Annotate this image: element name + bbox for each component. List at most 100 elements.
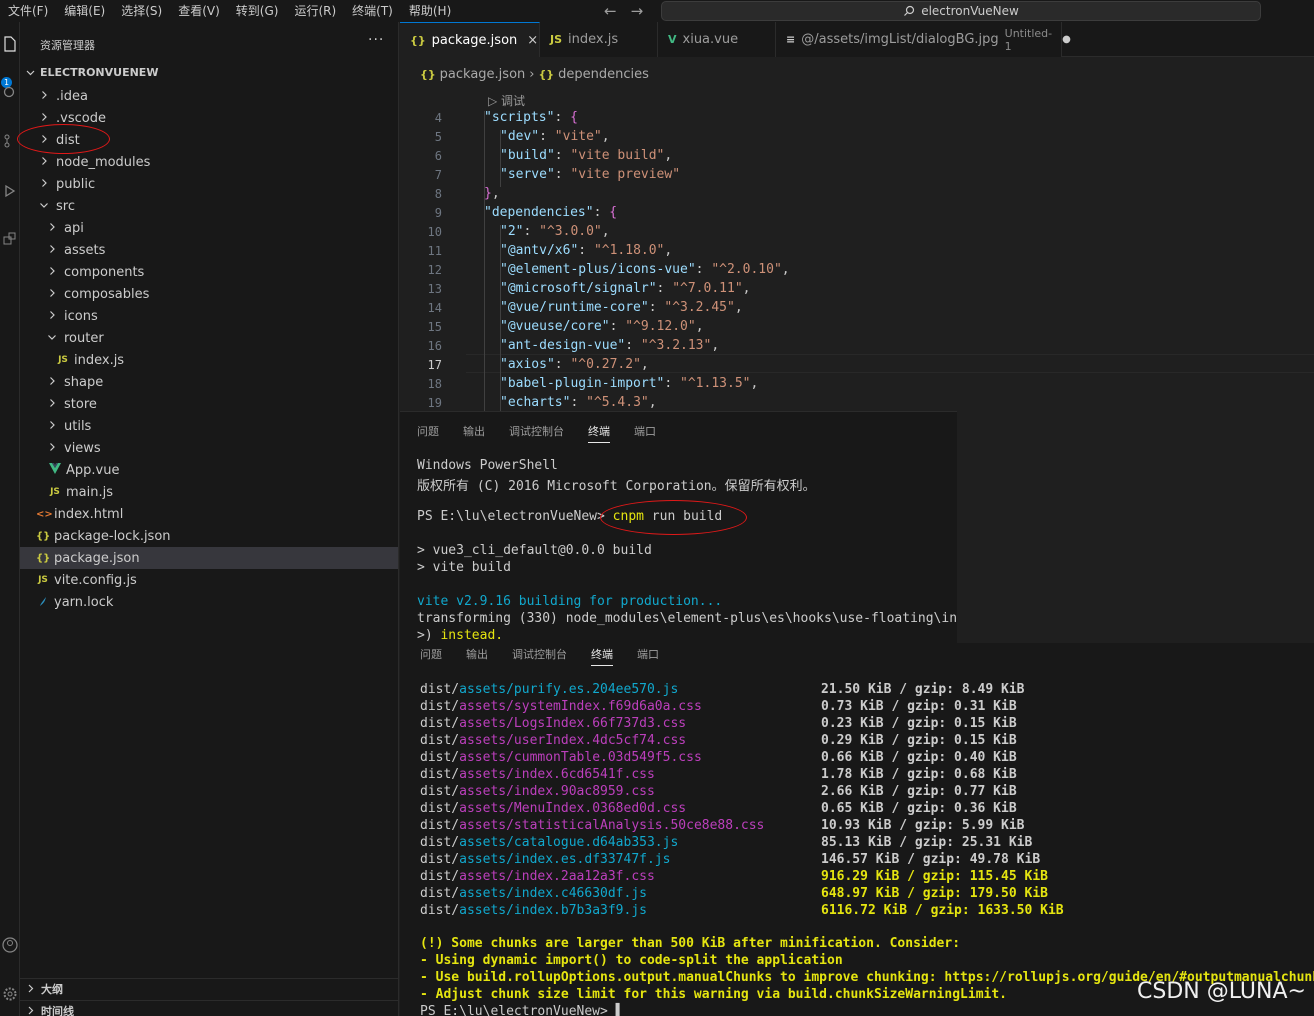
code-token: "^2.0.10" <box>711 262 782 277</box>
terminal-line: vite v2.9.16 building for production... <box>417 594 723 609</box>
terminal-text: >) <box>417 628 441 643</box>
tab-package-json[interactable]: {} package.json × <box>400 22 540 57</box>
tree-item-app-vue[interactable]: App.vue <box>20 459 398 481</box>
asset-dir: dist/ <box>420 750 460 765</box>
panel-tab[interactable]: 调试控制台 <box>512 646 567 666</box>
menu-item[interactable]: 终端(T) <box>344 0 401 22</box>
line-number: 8 <box>434 186 442 201</box>
tab-index-js[interactable]: JS index.js <box>540 22 658 57</box>
tree-item-icons[interactable]: icons <box>20 305 398 327</box>
warning-line: - Using dynamic import() to code-split t… <box>420 953 843 968</box>
unsaved-dot-icon[interactable]: ● <box>1062 34 1071 45</box>
asset-file: assets/index.es.df33747f.js <box>459 852 671 867</box>
menu-item[interactable]: 选择(S) <box>113 0 170 22</box>
more-actions-icon[interactable]: ··· <box>368 32 384 48</box>
tree-item-yarn-lock[interactable]: yarn.lock <box>20 591 398 613</box>
panel-tab[interactable]: 输出 <box>466 646 488 666</box>
menu-item[interactable]: 文件(F) <box>0 0 56 22</box>
breadcrumb-file[interactable]: package.json <box>440 67 526 82</box>
menu-item[interactable]: 转到(G) <box>228 0 287 22</box>
tree-item-package-json[interactable]: {} package.json <box>20 547 398 569</box>
tree-item-src[interactable]: src <box>20 195 398 217</box>
json-file-icon: {} <box>36 552 51 564</box>
tree-item-label: router <box>64 330 104 346</box>
explorer-icon[interactable] <box>0 36 20 56</box>
tree-item-index-js[interactable]: JS index.js <box>20 349 398 371</box>
menu-item[interactable]: 查看(V) <box>170 0 228 22</box>
menu-item[interactable]: 编辑(E) <box>56 0 113 22</box>
command-center-label: electronVueNew <box>921 4 1019 18</box>
code-token: , <box>664 148 673 163</box>
tree-item-label: .idea <box>56 88 88 104</box>
tree-item-node-modules[interactable]: node_modules <box>20 151 398 173</box>
code-token: , <box>742 281 751 296</box>
tree-item-components[interactable]: components <box>20 261 398 283</box>
breadcrumb-node[interactable]: dependencies <box>558 67 649 82</box>
gear-icon[interactable] <box>0 986 20 1006</box>
tree-item-main-js[interactable]: JS main.js <box>20 481 398 503</box>
account-icon[interactable] <box>0 937 20 957</box>
asset-size: 6116.72 KiB / gzip: 1633.50 KiB <box>821 903 1064 918</box>
panel-tab[interactable]: 终端 <box>588 423 610 443</box>
tree-item-shape[interactable]: shape <box>20 371 398 393</box>
tree-item-router[interactable]: router <box>20 327 398 349</box>
tree-item-package-lock-json[interactable]: {} package-lock.json <box>20 525 398 547</box>
terminal-prompt-line[interactable]: PS E:\lu\electronVueNew> ▌ <box>420 1004 624 1016</box>
tree-item-assets[interactable]: assets <box>20 239 398 261</box>
asset-file: assets/systemIndex.f69d6a0a.css <box>459 699 702 714</box>
asset-path: dist/assets/statisticalAnalysis.50ce8e88… <box>420 818 764 833</box>
close-icon[interactable]: × <box>527 33 538 48</box>
menu-item[interactable]: 运行(R) <box>286 0 344 22</box>
timeline-section[interactable]: 时间线 <box>20 1000 398 1016</box>
editor-tabs: {} package.json × JS index.js Vxiua.vue ≡ @/ass… <box>400 22 1314 57</box>
panel-tab[interactable]: 端口 <box>634 423 656 443</box>
tree-item-public[interactable]: public <box>20 173 398 195</box>
line-number: 11 <box>427 243 442 258</box>
explorer-root-folder[interactable]: ELECTRONVUENEW <box>26 66 158 79</box>
chevron-down-icon <box>46 332 58 345</box>
tree-item-composables[interactable]: composables <box>20 283 398 305</box>
panel-tab[interactable]: 调试控制台 <box>509 423 564 443</box>
code-token: , <box>750 376 759 391</box>
tree-item-label: vite.config.js <box>54 572 137 588</box>
tree-item-index-html[interactable]: <> index.html <box>20 503 398 525</box>
code-token: , <box>491 186 500 201</box>
asset-size: 10.93 KiB / gzip: 5.99 KiB <box>821 818 1025 833</box>
tree-item-views[interactable]: views <box>20 437 398 459</box>
outline-section[interactable]: 大纲 <box>20 978 398 998</box>
code-token: "2" <box>500 224 524 239</box>
tree-item-api[interactable]: api <box>20 217 398 239</box>
line-number: 17 <box>427 357 442 372</box>
back-arrow-icon[interactable]: ← <box>604 2 617 20</box>
run-debug-icon[interactable] <box>0 184 20 204</box>
panel-tab[interactable]: 问题 <box>420 646 442 666</box>
line-number: 19 <box>427 395 442 410</box>
code-editor[interactable]: ▷ 调试 4 "scripts": {5 "dev": "vite", 6 "build… <box>400 85 1314 411</box>
code-token: : <box>539 129 555 144</box>
tree-item-utils[interactable]: utils <box>20 415 398 437</box>
command-center[interactable]: electronVueNew <box>661 1 1261 21</box>
tree-item-vite-config-js[interactable]: JS vite.config.js <box>20 569 398 591</box>
menu-item[interactable]: 帮助(H) <box>401 0 459 22</box>
forward-arrow-icon[interactable]: → <box>631 2 644 20</box>
extensions-icon[interactable] <box>0 232 20 252</box>
tab-xiua-vue[interactable]: Vxiua.vue <box>658 22 776 57</box>
code-text: "build": "vite build", <box>500 148 672 163</box>
code-text: "@microsoft/signalr": "^7.0.11", <box>500 281 750 296</box>
code-token: "^7.0.11" <box>672 281 743 296</box>
tab--assets-imglist-dialogbg-jpg[interactable]: ≡ @/assets/imgList/dialogBG.jpg Untitled-1… <box>776 22 1071 57</box>
panel-tab[interactable]: 输出 <box>463 423 485 443</box>
code-token: "axios" <box>500 357 555 372</box>
panel-tab[interactable]: 端口 <box>637 646 659 666</box>
code-token: , <box>601 224 610 239</box>
code-text: "dev": "vite", <box>500 129 610 144</box>
asset-path: dist/assets/index.c46630df.js <box>420 886 647 901</box>
panel-tab[interactable]: 问题 <box>417 423 439 443</box>
debug-codelens[interactable]: ▷ 调试 <box>488 92 525 109</box>
tree-item-store[interactable]: store <box>20 393 398 415</box>
code-token: "build" <box>500 148 555 163</box>
search-icon[interactable] <box>0 86 20 106</box>
tree-item--idea[interactable]: .idea <box>20 85 398 107</box>
code-token: "serve" <box>500 167 555 182</box>
panel-tab[interactable]: 终端 <box>591 646 613 666</box>
